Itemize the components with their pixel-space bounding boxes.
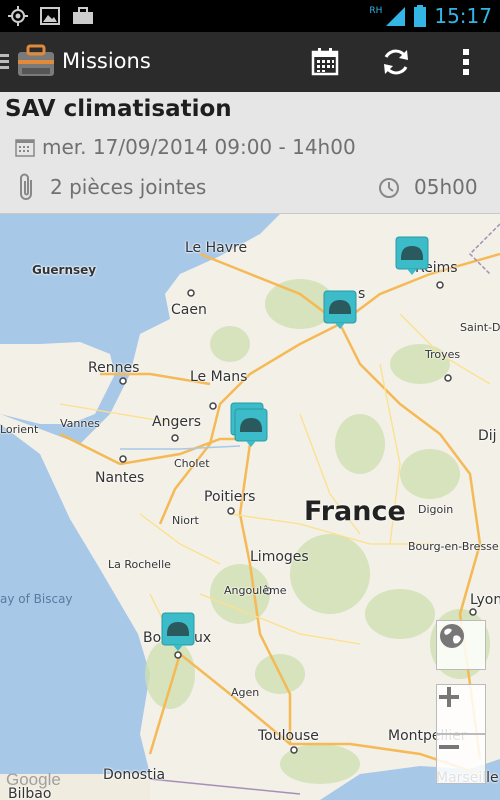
city-label: Saint-D: [460, 321, 500, 334]
city-label: Rennes: [88, 360, 140, 376]
city-label: Troyes: [425, 348, 461, 361]
city-label: Lyon: [470, 592, 500, 608]
briefcase-icon: [73, 7, 93, 24]
mission-marker-icon[interactable]: [161, 612, 195, 652]
mission-details[interactable]: SAV climatisation mer. 17/09/2014 09:00 …: [0, 92, 500, 214]
city-label: s: [358, 286, 366, 302]
city-label: Le Mans: [190, 369, 248, 385]
city-label: Agen: [231, 686, 260, 699]
city-label: Lorient: [0, 423, 39, 436]
city-label: Cholet: [174, 457, 210, 470]
city-label: Dij: [478, 428, 497, 444]
paperclip-icon: [20, 173, 32, 200]
mission-marker-icon[interactable]: [395, 236, 429, 276]
city-label: Angoulême: [224, 584, 287, 597]
city-label: Niort: [172, 514, 199, 527]
mission-date: mer. 17/09/2014 09:00 - 14h00: [42, 135, 356, 159]
city-label: Donostia: [103, 767, 166, 783]
map-view[interactable]: Le Havre Guernsey Caen s Reims Saint-D T…: [0, 214, 500, 800]
city-label: La Rochelle: [108, 558, 171, 571]
gps-icon: [8, 6, 28, 26]
city-label: Digoin: [418, 503, 454, 516]
city-label: Angers: [152, 414, 201, 430]
minus-icon: [439, 745, 459, 749]
city-label: Bo: [143, 630, 162, 646]
calendar-small-icon: [15, 139, 35, 157]
city-label: Vannes: [60, 417, 100, 430]
city-label: Poitiers: [204, 489, 256, 505]
zoom-in-button[interactable]: [436, 684, 486, 734]
gallery-icon: [40, 7, 60, 25]
map-type-button[interactable]: [436, 620, 486, 670]
drawer-indicator-icon[interactable]: [0, 50, 10, 74]
country-label: France: [304, 496, 406, 527]
mission-marker-icon[interactable]: [234, 408, 268, 448]
status-bar: RH 15:17: [0, 0, 500, 32]
more-vert-icon: [463, 49, 469, 75]
overflow-menu-button[interactable]: [446, 42, 486, 82]
app-title: Missions: [62, 49, 151, 73]
city-label: Nantes: [95, 470, 145, 486]
city-label: Caen: [171, 302, 207, 318]
sea-label: ay of Biscay: [0, 592, 73, 606]
calendar-icon: [311, 48, 339, 76]
mission-duration: 05h00: [414, 175, 478, 199]
clock: 15:17: [434, 4, 492, 28]
app-logo-icon[interactable]: [14, 40, 58, 84]
mission-title: SAV climatisation: [5, 96, 232, 122]
city-label: Bourg-en-Bresse: [408, 540, 499, 553]
signal-icon: [386, 7, 406, 26]
globe-icon: [440, 624, 464, 648]
action-bar: Missions: [0, 32, 500, 92]
network-type-label: RH: [369, 6, 383, 16]
city-label: ux: [194, 630, 212, 646]
zoom-out-button[interactable]: [436, 734, 486, 784]
battery-icon: [414, 5, 427, 27]
google-attribution: Google: [6, 770, 61, 789]
city-label: Guernsey: [32, 263, 97, 277]
plus-icon: [439, 687, 459, 707]
city-label: Le Havre: [185, 240, 248, 256]
attachments-count[interactable]: 2 pièces jointes: [50, 175, 206, 199]
city-label: Limoges: [250, 549, 309, 565]
calendar-button[interactable]: [305, 42, 345, 82]
clock-icon: [379, 178, 399, 198]
city-label: Toulouse: [258, 728, 319, 744]
refresh-button[interactable]: [376, 42, 416, 82]
mission-marker-icon[interactable]: [323, 290, 357, 330]
refresh-icon: [384, 49, 408, 75]
